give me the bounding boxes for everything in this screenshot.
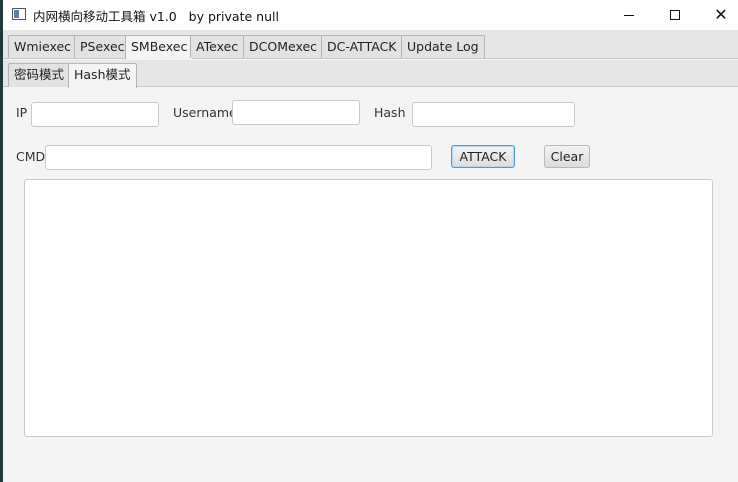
window-title: 内网横向移动工具箱 v1.0 by private null (33, 9, 279, 24)
title-bar: 内网横向移动工具箱 v1.0 by private null ✕ (3, 0, 738, 30)
minimize-icon (624, 14, 634, 16)
cmd-input[interactable] (45, 145, 432, 170)
ip-label: IP (16, 105, 28, 120)
maximize-button[interactable] (652, 0, 698, 30)
minimize-button[interactable] (606, 0, 652, 30)
username-label: Username (173, 105, 237, 120)
output-textarea[interactable] (24, 179, 713, 437)
hash-input[interactable] (412, 102, 575, 127)
tab-update-log[interactable]: Update Log (401, 35, 485, 58)
tab-atexec[interactable]: ATexec (190, 35, 245, 58)
maximize-icon (670, 10, 680, 20)
attack-button[interactable]: ATTACK (451, 145, 515, 168)
subtab-password-mode[interactable]: 密码模式 (8, 63, 71, 87)
clear-button[interactable]: Clear (544, 145, 590, 168)
close-button[interactable]: ✕ (698, 0, 738, 30)
subtab-hash-mode[interactable]: Hash模式 (68, 63, 137, 88)
username-input[interactable] (232, 100, 360, 125)
app-window: 内网横向移动工具箱 v1.0 by private null ✕ Wmiexec… (3, 0, 738, 482)
close-icon: ✕ (714, 5, 728, 24)
tab-wmiexec[interactable]: Wmiexec (8, 35, 78, 58)
tab-smbexec[interactable]: SMBexec (125, 35, 194, 59)
tab-dcomexec[interactable]: DCOMexec (243, 35, 324, 58)
sub-tab-bar: 密码模式 Hash模式 (3, 60, 738, 88)
tab-dc-attack[interactable]: DC-ATTACK (321, 35, 403, 58)
cmd-label: CMD (16, 149, 46, 164)
hash-label: Hash (374, 105, 406, 120)
app-icon (12, 8, 26, 20)
main-tab-bar: Wmiexec PSexec SMBexec ATexec DCOMexec D… (3, 30, 738, 59)
tab-psexec[interactable]: PSexec (74, 35, 131, 58)
ip-input[interactable] (31, 102, 159, 127)
